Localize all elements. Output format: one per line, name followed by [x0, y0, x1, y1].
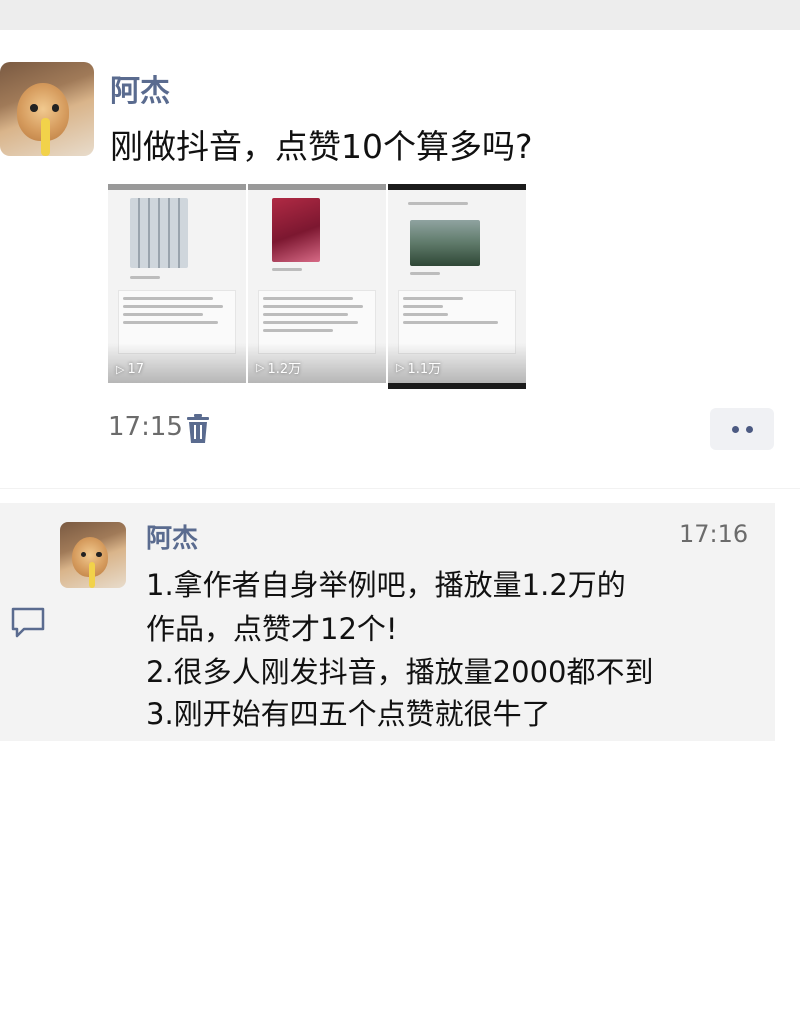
comment-author-name[interactable]: 阿杰: [146, 518, 198, 555]
more-options-button[interactable]: [710, 408, 774, 450]
video-thumbnail-2[interactable]: ▷ 1.2万: [248, 184, 386, 383]
post-text: 刚做抖音，点赞10个算多吗?: [110, 127, 533, 166]
more-dots-icon: [731, 425, 739, 433]
comment-line: 3.刚开始有四五个点赞就很牛了: [146, 697, 551, 731]
play-count-3: ▷ 1.1万: [396, 361, 442, 377]
comment-time: 17:16: [679, 520, 749, 548]
comment-avatar[interactable]: [60, 522, 126, 588]
play-count-1: ▷ 17: [116, 362, 145, 377]
comment-line: 2.很多人刚发抖音，播放量2000都不到: [146, 655, 654, 689]
trash-icon[interactable]: [186, 414, 210, 444]
post-video-thumbnails: ▷ 17 ▷ 1.2万 ▷ 1.1万: [108, 184, 526, 389]
divider: [0, 488, 800, 489]
comment-line: 作品，点赞才12个!: [146, 612, 398, 646]
play-icon: ▷: [396, 361, 405, 374]
video-thumbnail-1[interactable]: ▷ 17: [108, 184, 246, 383]
top-bar: [0, 0, 800, 30]
post-avatar[interactable]: [0, 62, 94, 156]
post-author-name[interactable]: 阿杰: [110, 66, 170, 110]
comment-line: 1.拿作者自身举例吧，播放量1.2万的: [146, 568, 626, 602]
video-thumbnail-3[interactable]: ▷ 1.1万: [388, 184, 526, 389]
play-icon: ▷: [256, 361, 265, 374]
post-time: 17:15: [108, 412, 183, 442]
play-count-2: ▷ 1.2万: [256, 361, 302, 377]
play-icon: ▷: [116, 363, 125, 376]
more-dot: [745, 425, 753, 433]
comment-bubble-icon[interactable]: [10, 606, 46, 640]
